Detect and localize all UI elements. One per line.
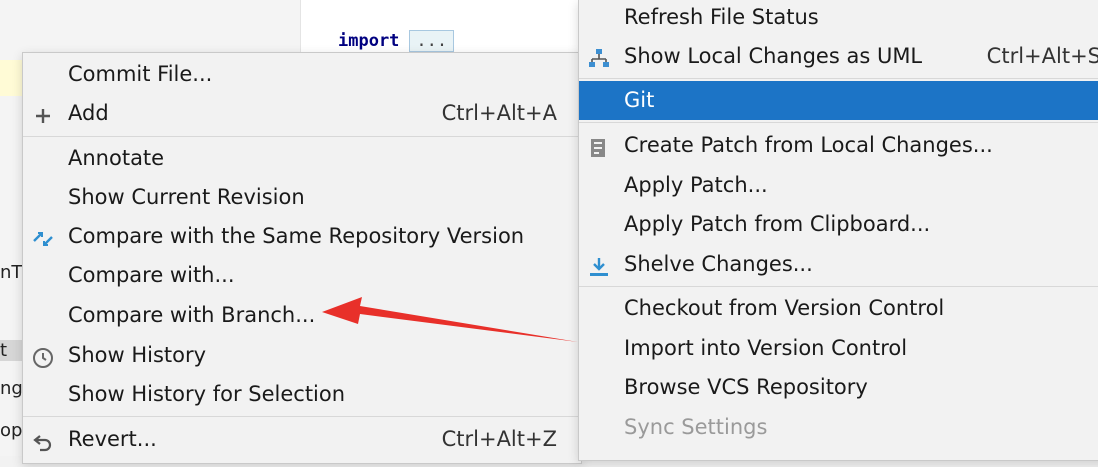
menu-item-label: Sync Settings (624, 415, 768, 439)
menu-item-show-local-changes-uml[interactable]: Show Local Changes as UML Ctrl+Alt+S (579, 37, 1098, 76)
menu-item-browse-vcs[interactable]: Browse VCS Repository (579, 368, 1098, 407)
code-line: import... (338, 30, 455, 52)
menu-item-label: Apply Patch... (624, 173, 768, 197)
menu-separator (579, 286, 1098, 287)
menu-item-label: Checkout from Version Control (624, 296, 945, 320)
menu-item-git[interactable]: Git (579, 81, 1098, 120)
menu-item-label: Apply Patch from Clipboard... (624, 212, 931, 236)
context-menu: Commit File... Add Ctrl+Alt+A Annotate S… (22, 52, 582, 464)
menu-item-label: Shelve Changes... (624, 252, 813, 276)
revert-icon (31, 428, 55, 452)
folded-code-placeholder[interactable]: ... (409, 30, 455, 52)
menu-item-apply-patch[interactable]: Apply Patch... (579, 166, 1098, 205)
code-fragment: ng (0, 378, 22, 399)
menu-item-label: Refresh File Status (624, 5, 819, 29)
menu-item-label: Browse VCS Repository (624, 375, 868, 399)
menu-item-label: Import into Version Control (624, 336, 908, 360)
code-keyword: import (338, 31, 400, 51)
menu-item-label: Compare with... (68, 263, 235, 287)
menu-item-label: Show Current Revision (68, 185, 305, 209)
vcs-menu: Refresh File Status Show Local Changes a… (578, 0, 1098, 461)
menu-separator (579, 78, 1098, 79)
uml-diagram-icon (587, 45, 611, 69)
menu-item-label: Compare with the Same Repository Version (68, 224, 525, 248)
menu-item-show-history[interactable]: Show History (23, 336, 581, 375)
menu-item-revert[interactable]: Revert... Ctrl+Alt+Z (23, 420, 581, 459)
code-fragment: nT (0, 262, 22, 283)
menu-item-label: Annotate (68, 146, 165, 170)
menu-item-label: Git (624, 88, 655, 112)
shelve-icon (587, 253, 611, 277)
menu-item-import-vcs[interactable]: Import into Version Control (579, 329, 1098, 368)
menu-item-show-current-revision[interactable]: Show Current Revision (23, 178, 581, 217)
menu-item-shortcut: Ctrl+Alt+A (441, 101, 557, 125)
menu-item-add[interactable]: Add Ctrl+Alt+A (23, 94, 581, 133)
menu-item-label: Compare with Branch... (68, 303, 316, 327)
patch-icon (587, 134, 611, 158)
current-line-highlight (0, 60, 22, 96)
code-fragment: t (0, 340, 22, 361)
menu-item-annotate[interactable]: Annotate (23, 139, 581, 178)
menu-item-label: Show History for Selection (68, 382, 346, 406)
menu-separator (23, 416, 581, 417)
menu-item-compare-with[interactable]: Compare with... (23, 256, 581, 295)
menu-item-label: Commit File... (68, 62, 213, 86)
menu-item-label: Show Local Changes as UML (624, 44, 923, 68)
menu-item-shortcut: Ctrl+Alt+Z (441, 427, 557, 451)
menu-item-sync-settings: Sync Settings (579, 408, 1098, 447)
compare-arrows-icon (31, 225, 55, 249)
menu-separator (579, 122, 1098, 123)
menu-item-compare-same-repo-version[interactable]: Compare with the Same Repository Version (23, 217, 581, 256)
menu-item-compare-with-branch[interactable]: Compare with Branch... (23, 296, 581, 335)
clock-icon (31, 344, 55, 368)
menu-item-label: Add (68, 101, 109, 125)
menu-item-label: Show History (68, 343, 207, 367)
menu-item-commit-file[interactable]: Commit File... (23, 55, 581, 94)
menu-item-show-history-for-selection[interactable]: Show History for Selection (23, 375, 581, 414)
menu-item-label: Create Patch from Local Changes... (624, 133, 993, 157)
menu-item-shelve-changes[interactable]: Shelve Changes... (579, 245, 1098, 284)
menu-item-apply-patch-clipboard[interactable]: Apply Patch from Clipboard... (579, 205, 1098, 244)
menu-item-checkout-vcs[interactable]: Checkout from Version Control (579, 289, 1098, 328)
menu-item-shortcut: Ctrl+Alt+S (986, 44, 1098, 68)
menu-item-refresh-file-status[interactable]: Refresh File Status (579, 0, 1098, 37)
menu-separator (23, 136, 581, 137)
menu-item-label: Revert... (68, 427, 157, 451)
code-fragment: op (0, 420, 22, 441)
menu-item-create-patch[interactable]: Create Patch from Local Changes... (579, 126, 1098, 165)
plus-icon (31, 102, 55, 126)
